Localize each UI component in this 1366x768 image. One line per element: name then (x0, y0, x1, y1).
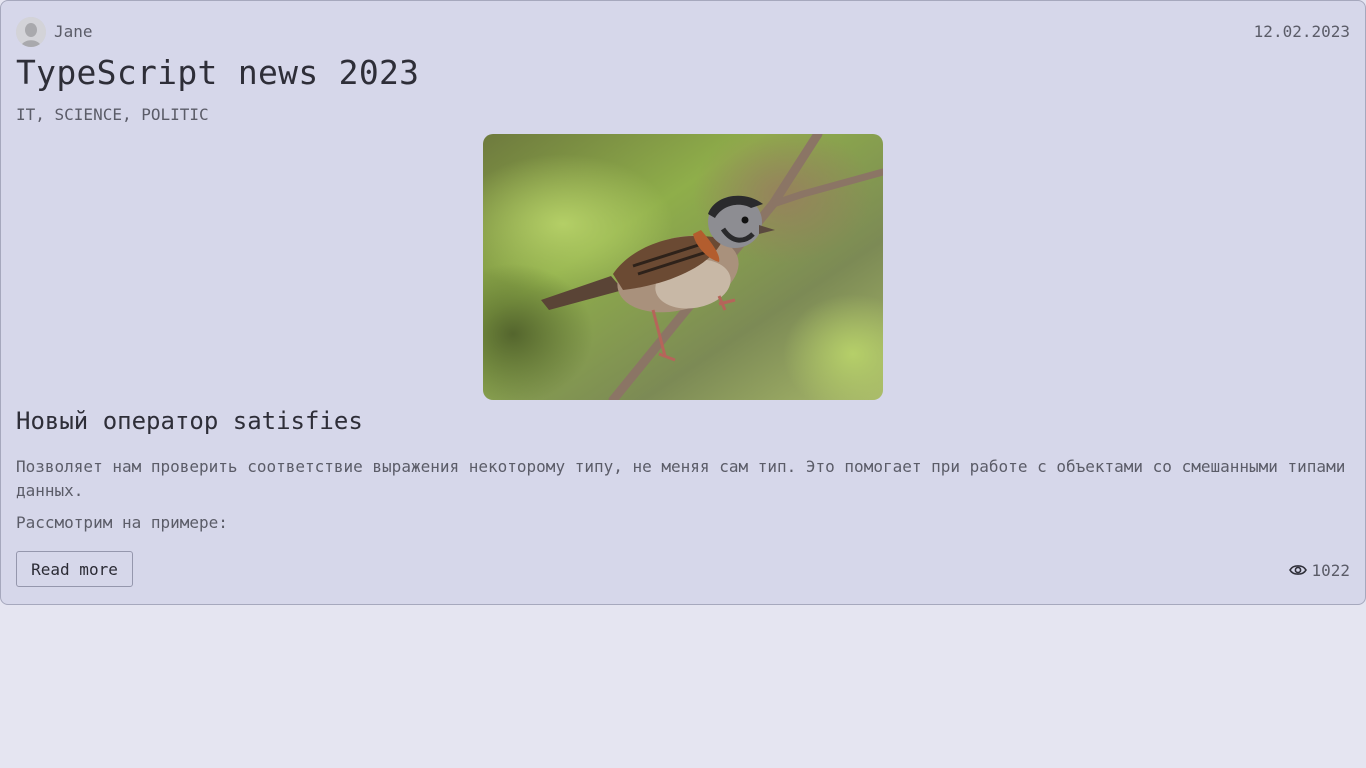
user-avatar-icon (16, 17, 46, 47)
author-name[interactable]: Jane (54, 22, 93, 41)
eye-icon (1289, 565, 1308, 575)
post-tags: IT, SCIENCE, POLITIC (16, 105, 209, 124)
post-image (483, 134, 883, 400)
post-header: Jane 12.02.2023 (16, 17, 1350, 47)
author-avatar[interactable] (16, 17, 46, 47)
post-subtitle: Новый оператор satisfies (16, 407, 363, 435)
post-date: 12.02.2023 (1253, 22, 1350, 41)
views-counter: 1022 (1289, 560, 1350, 580)
post-title: TypeScript news 2023 (16, 53, 420, 92)
read-more-button[interactable]: Read more (16, 551, 133, 587)
post-paragraph: Рассмотрим на примере: (16, 513, 228, 532)
views-count: 1022 (1311, 560, 1350, 580)
sparrow-on-branch-image (483, 134, 883, 400)
post-card: Jane 12.02.2023 TypeScript news 2023 IT,… (0, 0, 1366, 605)
post-paragraph: Позволяет нам проверить соответствие выр… (16, 457, 1346, 500)
